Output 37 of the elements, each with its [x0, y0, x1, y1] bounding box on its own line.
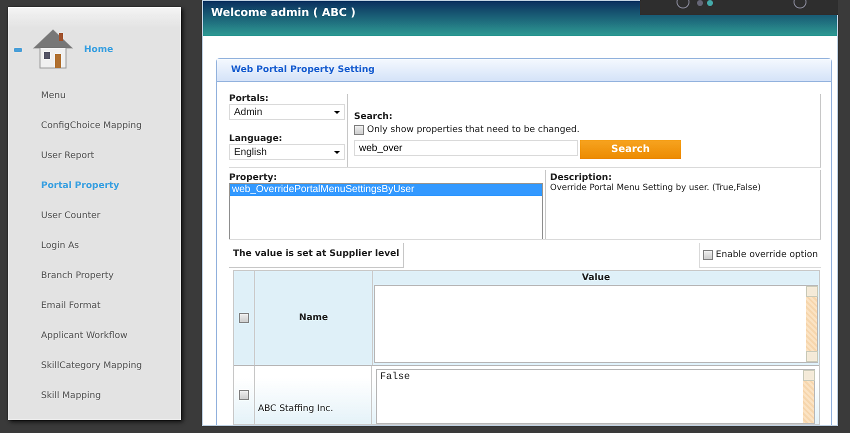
checkbox[interactable] [354, 125, 364, 135]
welcome-title: Welcome admin ( ABC ) [211, 6, 356, 19]
sidebar-item[interactable]: SkillCategory Mapping [41, 351, 181, 381]
panel-title: Web Portal Property Setting [231, 65, 375, 75]
checkbox[interactable] [239, 313, 249, 323]
sidebar-item[interactable]: ConfigChoice Mapping [41, 111, 181, 141]
language-dropdown[interactable]: English [229, 144, 345, 160]
level-note: The value is set at Supplier level [229, 243, 404, 268]
checkbox[interactable] [702, 250, 713, 260]
column-header: Value [580, 272, 612, 285]
sidebar-item[interactable]: Menu [41, 81, 181, 111]
value-text: False [380, 372, 410, 383]
search-label: Search: [354, 112, 394, 122]
description-text: Override Portal Menu Setting by user. (True,False) [550, 183, 761, 193]
description-label: Description: [550, 173, 613, 183]
property-label: Property: [229, 173, 278, 183]
sidebar-item[interactable]: Skill Mapping [41, 381, 181, 411]
checkbox-label: Enable override option [716, 250, 818, 260]
scrollbar[interactable] [806, 286, 817, 362]
sidebar-item[interactable]: Branch Property [41, 261, 181, 291]
sidebar-item[interactable]: Login As [41, 231, 181, 261]
collapse-icon[interactable] [14, 48, 22, 52]
checkbox[interactable] [239, 390, 249, 400]
portals-dropdown[interactable]: Admin [229, 104, 345, 120]
language-label: Language: [229, 134, 284, 144]
checkbox-label: Only show properties that need to be changed. [367, 125, 580, 135]
portals-label: Portals: [229, 94, 270, 104]
sidebar-item[interactable]: User Report [41, 141, 181, 171]
sidebar-item[interactable]: User Counter [41, 201, 181, 231]
sidebar-item[interactable]: Applicant Workflow [41, 321, 181, 351]
column-header: Name [298, 313, 328, 323]
search-field[interactable]: web_over [354, 140, 578, 156]
scrollbar[interactable] [803, 370, 814, 423]
value-textarea[interactable] [374, 285, 818, 363]
table-cell: ABC Staffing Inc. [258, 404, 334, 414]
value-textarea[interactable]: False [376, 369, 815, 424]
sidebar-item[interactable]: Email Format [41, 291, 181, 321]
